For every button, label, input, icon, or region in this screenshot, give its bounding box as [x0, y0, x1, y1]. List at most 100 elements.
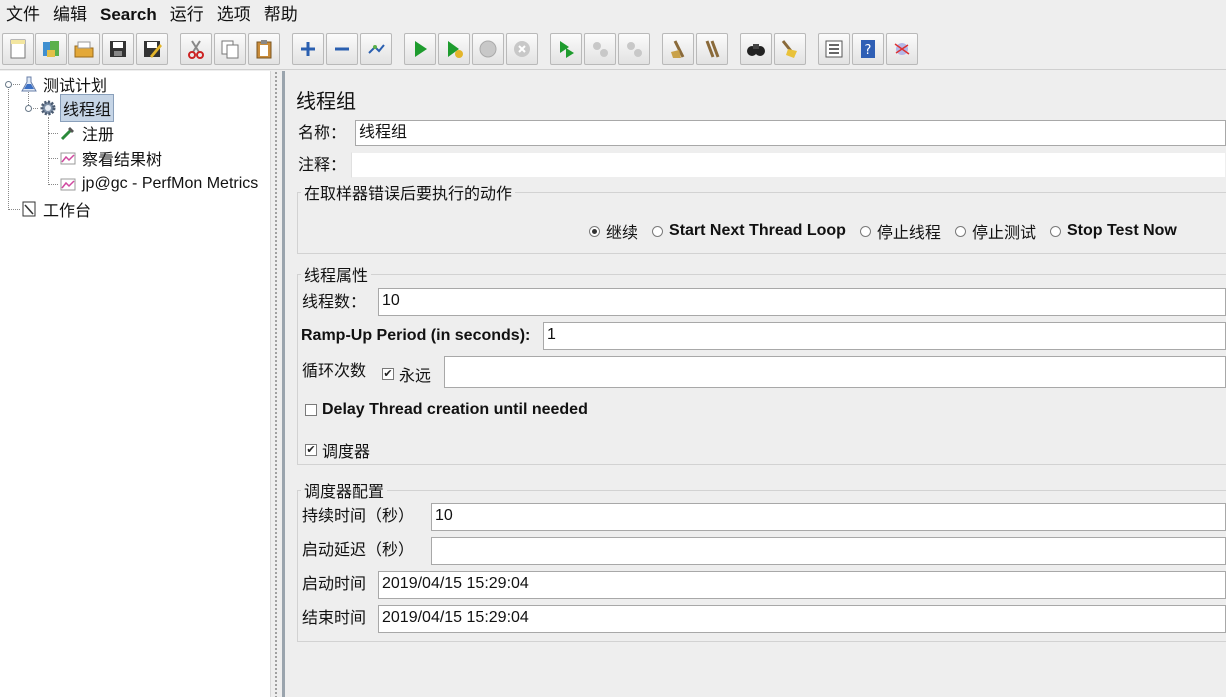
comment-input[interactable]: [351, 152, 1226, 178]
scheduler-checkbox[interactable]: ✔ 调度器: [305, 438, 370, 462]
thread-group-panel: 线程组 名称： 线程组 注释： 在取样器错误后要执行的动作 继续 Start N…: [285, 71, 1226, 697]
paste-icon: [256, 40, 272, 59]
radio-stop-test-now[interactable]: Stop Test Now: [1049, 222, 1177, 240]
remote-shutdown-icon: [627, 42, 642, 57]
function-helper-icon: [825, 40, 843, 58]
open-button[interactable]: [68, 33, 100, 65]
templates-icon: [43, 41, 59, 57]
clear-icon: [671, 40, 685, 58]
menu-options[interactable]: 选项: [211, 0, 258, 30]
menu-edit[interactable]: 编辑: [47, 0, 94, 30]
svg-text:?: ?: [865, 43, 872, 58]
cut-icon: [188, 40, 204, 59]
new-button[interactable]: [2, 33, 34, 65]
menu-help[interactable]: 帮助: [258, 0, 305, 30]
threads-label: 线程数：: [302, 292, 367, 311]
forever-checkbox[interactable]: ✔ 永远: [382, 362, 431, 386]
threads-input[interactable]: 10: [378, 288, 1226, 316]
toolbar: ?: [0, 31, 1226, 70]
rampup-label: Ramp-Up Period (in seconds):: [301, 327, 531, 344]
remote-stop-button[interactable]: [584, 33, 616, 65]
collapse-button[interactable]: [326, 33, 358, 65]
help-icon: ?: [861, 40, 875, 58]
scheduler-config-legend: 调度器配置: [304, 482, 385, 501]
startup-delay-label: 启动延迟（秒）: [302, 540, 415, 559]
remote-start-button[interactable]: [550, 33, 582, 65]
toggle-button[interactable]: [360, 33, 392, 65]
radio-stop-test[interactable]: 停止测试: [954, 219, 1036, 243]
stop-button[interactable]: [472, 33, 504, 65]
cut-button[interactable]: [180, 33, 212, 65]
flask-icon: [20, 75, 38, 93]
clear-all-icon: [705, 40, 720, 58]
expand-button[interactable]: [292, 33, 324, 65]
start-time-label: 启动时间: [302, 574, 367, 593]
radio-indicator: [859, 225, 871, 237]
start-button[interactable]: [404, 33, 436, 65]
tree-toggle-test-plan[interactable]: [5, 81, 12, 88]
check-mark-icon: ✔: [382, 367, 394, 380]
save-as-button[interactable]: [136, 33, 168, 65]
save-button[interactable]: [102, 33, 134, 65]
end-time-label: 结束时间: [302, 608, 367, 627]
help-button[interactable]: ?: [852, 33, 884, 65]
clear-all-button[interactable]: [696, 33, 728, 65]
clear-button[interactable]: [662, 33, 694, 65]
radio-start-next-loop[interactable]: Start Next Thread Loop: [652, 222, 846, 240]
save-icon: [110, 41, 126, 57]
sampler-pipette-icon: [59, 124, 77, 142]
start-no-pause-button[interactable]: [438, 33, 470, 65]
startup-delay-input[interactable]: [431, 537, 1226, 565]
copy-button[interactable]: [214, 33, 246, 65]
gear-icon: [39, 99, 57, 117]
menu-file[interactable]: 文件: [0, 0, 47, 30]
log-button[interactable]: [886, 33, 918, 65]
check-mark-icon: ✔: [305, 443, 317, 456]
duration-input[interactable]: 10: [431, 503, 1226, 531]
paste-button[interactable]: [248, 33, 280, 65]
radio-indicator: [589, 225, 600, 237]
remote-shutdown-button[interactable]: [618, 33, 650, 65]
thread-properties-legend: 线程属性: [304, 266, 369, 285]
workbench-icon: [20, 200, 38, 218]
menu-search[interactable]: Search: [94, 0, 164, 30]
tree-toggle-thread-group[interactable]: [25, 105, 32, 112]
name-label: 名称：: [298, 123, 347, 142]
name-input[interactable]: 线程组: [355, 120, 1226, 146]
split-pane-divider[interactable]: [270, 71, 282, 697]
rampup-input[interactable]: 1: [543, 322, 1226, 350]
radio-continue[interactable]: 继续: [589, 219, 638, 243]
stop-icon: [479, 40, 497, 58]
tree-item-perfmon[interactable]: jp@gc - PerfMon Metrics: [59, 172, 260, 196]
templates-button[interactable]: [35, 33, 67, 65]
new-icon: [10, 39, 26, 59]
listener-graph-icon: [59, 149, 77, 167]
expand-icon: [301, 42, 315, 56]
radio-stop-thread[interactable]: 停止线程: [859, 219, 941, 243]
function-helper-button[interactable]: [818, 33, 850, 65]
duration-label: 持续时间（秒）: [302, 506, 415, 525]
tree-item-workbench[interactable]: 工作台: [20, 197, 93, 221]
error-action-options: 继续 Start Next Thread Loop 停止线程 停止测试 Stop…: [589, 219, 1191, 243]
save-as-icon: [144, 41, 162, 58]
delay-thread-checkbox[interactable]: Delay Thread creation until needed: [305, 401, 588, 419]
tree-item-register[interactable]: 注册: [59, 121, 116, 145]
reset-search-button[interactable]: [774, 33, 806, 65]
end-time-input[interactable]: 2019/04/15 15:29:04: [378, 605, 1226, 633]
tree-item-results-tree[interactable]: 察看结果树: [59, 146, 164, 170]
loop-count-label: 循环次数: [302, 361, 367, 380]
shutdown-button[interactable]: [506, 33, 538, 65]
checkbox-box: [305, 404, 317, 416]
start-time-input[interactable]: 2019/04/15 15:29:04: [378, 571, 1226, 599]
menu-run[interactable]: 运行: [164, 0, 211, 30]
radio-indicator: [652, 225, 664, 237]
loop-count-input[interactable]: [444, 356, 1226, 388]
tree-item-thread-group[interactable]: 线程组: [39, 94, 115, 122]
reset-search-icon: [781, 40, 797, 58]
listener-graph-icon: [59, 175, 77, 193]
search-button[interactable]: [740, 33, 772, 65]
error-action-legend: 在取样器错误后要执行的动作: [304, 184, 513, 203]
copy-icon: [221, 40, 239, 59]
tree-item-test-plan[interactable]: 测试计划: [20, 72, 109, 96]
shutdown-icon: [514, 41, 530, 57]
